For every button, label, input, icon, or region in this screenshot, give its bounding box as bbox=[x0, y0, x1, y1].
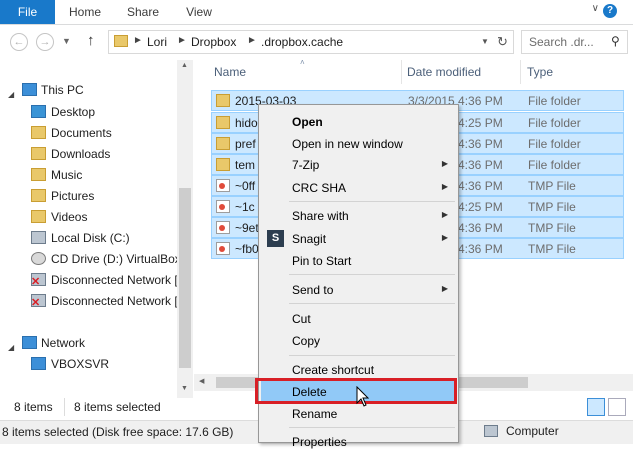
search-icon[interactable]: ⚲ bbox=[611, 34, 620, 48]
network-icon bbox=[22, 336, 37, 349]
selected-count: 8 items selected bbox=[74, 400, 161, 414]
cd-drive-icon bbox=[31, 252, 46, 265]
menu-item-snagit[interactable]: S Snagit ▶ bbox=[261, 228, 456, 250]
collapse-icon[interactable]: ◢ bbox=[8, 338, 14, 358]
videos-folder-icon bbox=[31, 210, 46, 223]
mouse-cursor-icon bbox=[356, 386, 370, 407]
computer-icon bbox=[22, 83, 37, 96]
menu-item-crc-sha[interactable]: CRC SHA ▶ bbox=[261, 177, 456, 199]
submenu-arrow-icon: ▶ bbox=[441, 284, 448, 293]
column-header-name[interactable]: Name bbox=[214, 65, 246, 79]
column-divider[interactable] bbox=[520, 60, 521, 84]
documents-folder-icon bbox=[31, 126, 46, 139]
tab-share[interactable]: Share bbox=[118, 0, 168, 24]
breadcrumb-dropbox-cache[interactable]: .dropbox.cache bbox=[261, 35, 343, 49]
music-folder-icon bbox=[31, 168, 46, 181]
recent-locations-icon[interactable]: ▼ bbox=[62, 36, 71, 46]
computer-icon bbox=[484, 425, 498, 437]
submenu-arrow-icon: ▶ bbox=[441, 210, 448, 219]
menu-separator bbox=[289, 427, 455, 428]
pictures-folder-icon bbox=[31, 189, 46, 202]
up-arrow-icon[interactable]: ↑ bbox=[87, 32, 95, 49]
downloads-folder-icon bbox=[31, 147, 46, 160]
column-divider[interactable] bbox=[401, 60, 402, 84]
tmp-file-icon bbox=[216, 179, 230, 192]
item-count: 8 items bbox=[14, 400, 53, 414]
disk-free-status: 8 items selected (Disk free space: 17.6 … bbox=[2, 425, 234, 439]
menu-item-properties[interactable]: Properties bbox=[261, 431, 456, 453]
address-row: ← → ▼ ↑ ► Lori ► Dropbox ► .dropbox.cach… bbox=[0, 25, 633, 59]
breadcrumb-lori[interactable]: Lori bbox=[147, 35, 167, 49]
menu-item-share-with[interactable]: Share with ▶ bbox=[261, 205, 456, 227]
large-icons-view-icon[interactable] bbox=[608, 398, 626, 416]
search-placeholder: Search .dr... bbox=[529, 35, 594, 49]
breadcrumb-separator-icon: ► bbox=[247, 35, 257, 46]
tab-home[interactable]: Home bbox=[60, 0, 110, 24]
tmp-file-icon bbox=[216, 200, 230, 213]
menu-separator bbox=[289, 274, 455, 275]
folder-icon bbox=[216, 116, 230, 129]
drive-icon bbox=[31, 231, 46, 244]
navigation-pane: ◢ This PC Desktop Documents Downloads Mu… bbox=[0, 60, 193, 398]
menu-item-pin-to-start[interactable]: Pin to Start bbox=[261, 250, 456, 272]
desktop-folder-icon bbox=[31, 105, 46, 118]
address-dropdown-icon[interactable]: ▼ bbox=[481, 37, 489, 46]
menu-item-send-to[interactable]: Send to ▶ bbox=[261, 279, 456, 301]
details-view-icon[interactable] bbox=[587, 398, 605, 416]
folder-icon bbox=[216, 137, 230, 150]
column-header-type[interactable]: Type bbox=[527, 65, 553, 79]
submenu-arrow-icon: ▶ bbox=[441, 159, 448, 168]
folder-icon bbox=[216, 94, 230, 107]
network-computer-icon bbox=[31, 357, 46, 370]
help-icon[interactable]: ? bbox=[603, 4, 617, 18]
disconnected-x-icon: ✕ bbox=[31, 276, 41, 288]
nav-scrollbar-thumb[interactable] bbox=[179, 188, 191, 368]
menu-item-copy[interactable]: Copy bbox=[261, 330, 456, 352]
submenu-arrow-icon: ▶ bbox=[441, 182, 448, 191]
refresh-icon[interactable]: ↻ bbox=[497, 34, 508, 50]
collapse-icon[interactable]: ◢ bbox=[8, 85, 14, 105]
forward-button[interactable]: → bbox=[36, 33, 54, 51]
sort-ascending-icon: ˄ bbox=[300, 58, 305, 67]
ribbon-expand-icon[interactable]: ∨ bbox=[592, 3, 599, 14]
submenu-arrow-icon: ▶ bbox=[441, 233, 448, 242]
tab-view[interactable]: View bbox=[174, 0, 224, 24]
breadcrumb-dropbox[interactable]: Dropbox bbox=[191, 35, 236, 49]
menu-separator bbox=[289, 201, 455, 202]
breadcrumb-separator-icon: ► bbox=[133, 35, 143, 46]
address-bar[interactable]: ► Lori ► Dropbox ► .dropbox.cache ▼ ↻ bbox=[108, 30, 514, 54]
folder-icon bbox=[216, 158, 230, 171]
tab-file[interactable]: File bbox=[0, 0, 55, 24]
column-header-date[interactable]: Date modified bbox=[407, 65, 481, 79]
breadcrumb-separator-icon: ► bbox=[177, 35, 187, 46]
scroll-left-icon[interactable]: ◀ bbox=[199, 377, 204, 385]
menu-item-cut[interactable]: Cut bbox=[261, 308, 456, 330]
nav-scrollbar[interactable]: ▲ ▼ bbox=[177, 60, 193, 398]
menu-item-open[interactable]: Open bbox=[261, 111, 456, 133]
menu-item-open-new-window[interactable]: Open in new window bbox=[261, 133, 456, 155]
folder-icon bbox=[114, 35, 128, 47]
tmp-file-icon bbox=[216, 242, 230, 255]
status-divider bbox=[64, 398, 65, 416]
disconnected-x-icon: ✕ bbox=[31, 297, 41, 309]
ribbon: File Home Share View ∨ ? bbox=[0, 0, 633, 25]
scroll-up-icon[interactable]: ▲ bbox=[181, 62, 188, 69]
search-input[interactable]: Search .dr... ⚲ bbox=[521, 30, 628, 54]
location-label: Computer bbox=[506, 424, 559, 438]
scroll-down-icon[interactable]: ▼ bbox=[181, 385, 188, 392]
menu-separator bbox=[289, 355, 455, 356]
tmp-file-icon bbox=[216, 221, 230, 234]
back-button[interactable]: ← bbox=[10, 33, 28, 51]
snagit-icon: S bbox=[267, 230, 284, 247]
menu-item-7zip[interactable]: 7-Zip ▶ bbox=[261, 154, 456, 176]
menu-separator bbox=[289, 303, 455, 304]
